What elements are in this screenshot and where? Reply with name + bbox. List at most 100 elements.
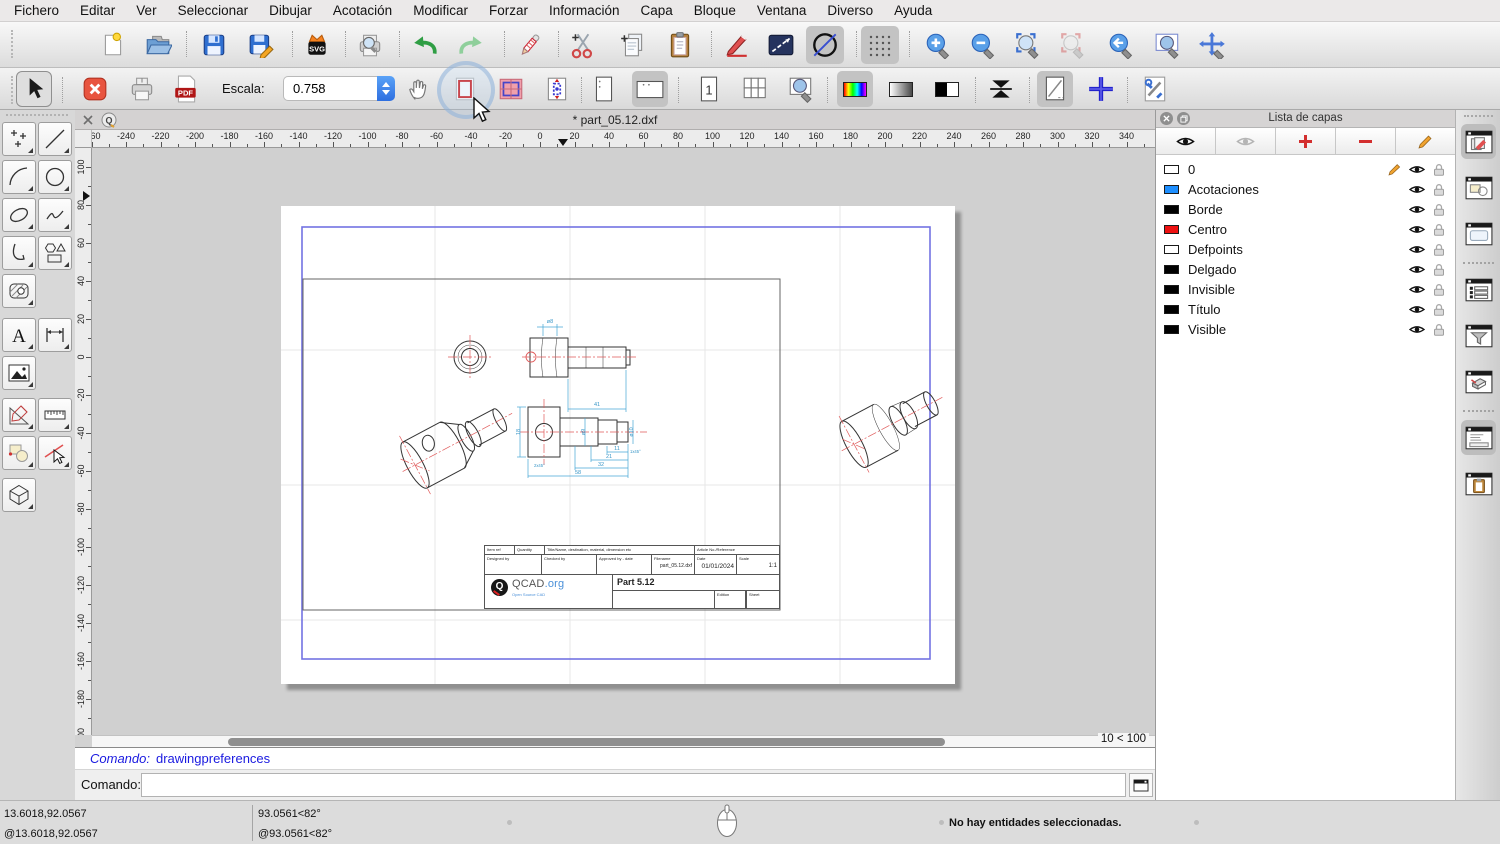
scale-stepper[interactable] [377, 76, 395, 101]
scale-input[interactable] [283, 76, 377, 101]
clipboard-panel-button[interactable] [1461, 466, 1496, 501]
arc-tools-button[interactable] [2, 160, 36, 194]
modify-tools-button[interactable] [2, 398, 36, 432]
palette-handle[interactable] [6, 114, 68, 116]
selection-filter-panel-button[interactable] [1461, 318, 1496, 353]
drawing-sheet-button[interactable] [1037, 71, 1073, 107]
layer-row-0[interactable]: 0 [1156, 159, 1455, 179]
auto-zoom-button[interactable] [1009, 26, 1047, 64]
drawing-canvas[interactable]: ø8 41 18 [92, 148, 1155, 735]
pan-hand-button[interactable] [401, 71, 437, 107]
menu-item-13[interactable]: Ayuda [894, 3, 932, 18]
toolbar-handle[interactable] [11, 30, 13, 58]
layer-visibility-icon[interactable] [1409, 284, 1425, 295]
strip-handle[interactable] [1464, 115, 1493, 117]
menu-item-7[interactable]: Forzar [489, 3, 528, 18]
dimension-tools-button[interactable] [38, 318, 72, 352]
layer-color-swatch[interactable] [1164, 225, 1179, 234]
menu-item-1[interactable]: Editar [80, 3, 115, 18]
view-list-panel-button[interactable] [1461, 216, 1496, 251]
snap-tools-button[interactable] [38, 436, 72, 470]
layer-visibility-icon[interactable] [1409, 244, 1425, 255]
menu-item-11[interactable]: Ventana [757, 3, 807, 18]
copy-button[interactable] [614, 26, 652, 64]
layer-row-Centro[interactable]: Centro [1156, 219, 1455, 239]
redo-button[interactable] [452, 26, 490, 64]
layer-lock-icon[interactable] [1433, 183, 1445, 196]
layer-lock-icon[interactable] [1433, 323, 1445, 336]
command-input[interactable] [141, 773, 1126, 797]
layer-color-swatch[interactable] [1164, 305, 1179, 314]
menu-item-5[interactable]: Acotación [333, 3, 392, 18]
layer-visibility-icon[interactable] [1409, 224, 1425, 235]
h-scrollbar[interactable]: 10 < 100 [92, 735, 1155, 747]
command-history[interactable]: Comando:drawingpreferences [75, 747, 1155, 770]
layer-color-swatch[interactable] [1164, 265, 1179, 274]
hide-all-layers-button[interactable] [1216, 128, 1276, 154]
layer-color-swatch[interactable] [1164, 165, 1179, 174]
layer-lock-icon[interactable] [1433, 203, 1445, 216]
cut-button[interactable] [564, 26, 602, 64]
pdf-export-button[interactable]: PDF [168, 71, 204, 107]
text-tool-button[interactable]: A [2, 318, 36, 352]
auto-fit-button[interactable] [983, 71, 1019, 107]
line-tools-button[interactable] [38, 122, 72, 156]
svg-export-button[interactable]: SVG [298, 26, 336, 64]
layer-lock-icon[interactable] [1433, 163, 1445, 176]
blackwhite-button[interactable] [929, 71, 965, 107]
undo-button[interactable] [406, 26, 444, 64]
layer-color-swatch[interactable] [1164, 185, 1179, 194]
menu-item-10[interactable]: Bloque [694, 3, 736, 18]
block-tools-button[interactable] [2, 436, 36, 470]
paste-button[interactable] [661, 26, 699, 64]
page-portrait-button[interactable] [586, 71, 622, 107]
solid-tools-button[interactable] [2, 478, 36, 512]
delete-button[interactable] [511, 26, 549, 64]
draft-mode-button[interactable] [806, 26, 844, 64]
ellipse-tools-button[interactable] [2, 198, 36, 232]
zoom-window-button[interactable] [1149, 26, 1187, 64]
view-iso-left[interactable] [387, 384, 527, 500]
measure-tools-button[interactable] [38, 398, 72, 432]
zoom-in-button[interactable] [919, 26, 957, 64]
pan-button[interactable] [1194, 26, 1232, 64]
menu-item-3[interactable]: Seleccionar [178, 3, 249, 18]
layer-color-swatch[interactable] [1164, 285, 1179, 294]
selection-tool-button[interactable] [16, 71, 52, 107]
show-all-layers-button[interactable] [1156, 128, 1216, 154]
layer-list-panel-button[interactable] [1461, 124, 1496, 159]
view-side-bottom[interactable]: 18 ø9 ø10 2x45° 1x45° 11 21 32 58 [516, 399, 647, 478]
menu-item-8[interactable]: Información [549, 3, 620, 18]
layer-row-Invisible[interactable]: Invisible [1156, 279, 1455, 299]
circle-tools-button[interactable] [38, 160, 72, 194]
view-side-top[interactable]: ø8 41 [522, 319, 637, 412]
single-page-button[interactable]: 1 [691, 71, 727, 107]
layer-lock-icon[interactable] [1433, 243, 1445, 256]
page-landscape-button[interactable] [632, 71, 668, 107]
spline-tools-button[interactable] [38, 198, 72, 232]
property-editor-panel-button[interactable] [1461, 272, 1496, 307]
layer-row-Título[interactable]: Título [1156, 299, 1455, 319]
layer-lock-icon[interactable] [1433, 263, 1445, 276]
edit-layer-button[interactable] [1396, 128, 1455, 154]
close-print-preview-button[interactable] [77, 71, 113, 107]
layer-row-Borde[interactable]: Borde [1156, 199, 1455, 219]
layer-lock-icon[interactable] [1433, 303, 1445, 316]
h-scrollbar-thumb[interactable] [228, 738, 945, 746]
layer-color-swatch[interactable] [1164, 205, 1179, 214]
zoom-previous-button[interactable] [1102, 26, 1140, 64]
layer-row-Delgado[interactable]: Delgado [1156, 259, 1455, 279]
layer-visibility-icon[interactable] [1409, 324, 1425, 335]
view-iso-right[interactable] [827, 369, 955, 479]
layer-row-Visible[interactable]: Visible [1156, 319, 1455, 339]
hatch-tools-button[interactable] [2, 274, 36, 308]
layer-lock-icon[interactable] [1433, 283, 1445, 296]
open-file-button[interactable] [139, 26, 177, 64]
block-list-panel-button[interactable] [1461, 170, 1496, 205]
layer-visibility-icon[interactable] [1409, 264, 1425, 275]
zoom-page-button[interactable] [783, 71, 819, 107]
viewport-overlay-button[interactable] [493, 71, 529, 107]
save-button[interactable] [195, 26, 233, 64]
shape-tools-button[interactable] [38, 236, 72, 270]
document-title[interactable]: * part_05.12.dxf [75, 113, 1155, 127]
